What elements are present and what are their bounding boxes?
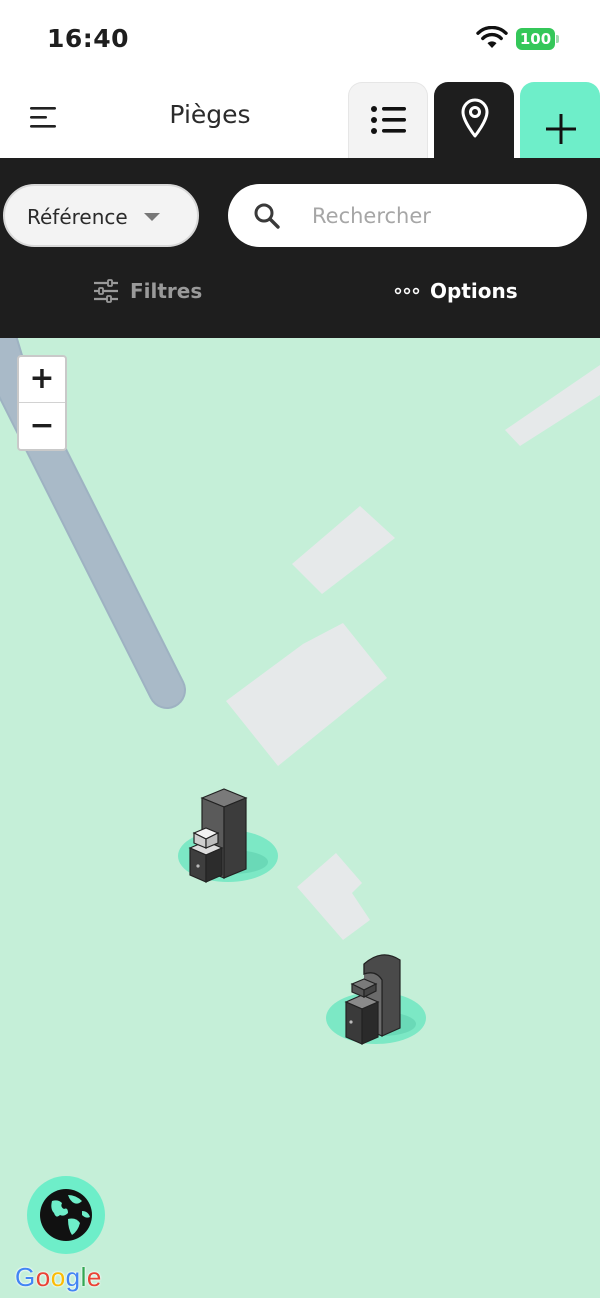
sliders-icon bbox=[94, 279, 118, 303]
map-building bbox=[292, 506, 395, 594]
list-icon bbox=[371, 106, 406, 134]
trap-marker[interactable] bbox=[176, 786, 280, 890]
status-bar: 16:40 100 bbox=[0, 0, 600, 78]
app-header: Pièges bbox=[0, 78, 600, 158]
wifi-icon bbox=[476, 26, 508, 48]
globe-icon bbox=[40, 1189, 92, 1241]
google-attribution: Google bbox=[15, 1262, 102, 1292]
reference-select[interactable]: Référence bbox=[3, 184, 199, 247]
map-building bbox=[226, 623, 387, 766]
search-input[interactable] bbox=[312, 196, 572, 236]
search-icon bbox=[254, 203, 280, 229]
zoom-in-button[interactable]: + bbox=[19, 357, 65, 403]
search-box[interactable] bbox=[228, 184, 587, 247]
tab-add-trap[interactable] bbox=[520, 82, 600, 158]
map-view[interactable]: + − Google bbox=[0, 338, 600, 1298]
map-pin-icon bbox=[461, 98, 489, 138]
map-building bbox=[297, 853, 370, 940]
zoom-control: + − bbox=[17, 355, 67, 451]
map-features bbox=[0, 338, 600, 940]
more-dots-icon bbox=[394, 287, 420, 295]
status-time: 16:40 bbox=[47, 24, 130, 53]
page-title: Pièges bbox=[169, 100, 251, 129]
tab-list-view[interactable] bbox=[348, 82, 428, 158]
plus-icon bbox=[546, 114, 576, 144]
options-button[interactable]: Options bbox=[394, 278, 518, 304]
map-building bbox=[505, 365, 600, 446]
battery-indicator: 100 bbox=[516, 28, 560, 52]
filters-button[interactable]: Filtres bbox=[92, 278, 202, 304]
map-layer-toggle-button[interactable] bbox=[27, 1176, 105, 1254]
reference-select-value: Référence bbox=[27, 205, 128, 229]
options-label: Options bbox=[430, 279, 518, 303]
hamburger-menu-icon[interactable] bbox=[27, 104, 59, 130]
zoom-out-button[interactable]: − bbox=[19, 404, 65, 450]
filter-toolbar: Référence Filtres Options bbox=[0, 158, 600, 338]
trap-marker[interactable] bbox=[324, 950, 428, 1054]
tab-map-view[interactable] bbox=[434, 82, 514, 158]
filters-label: Filtres bbox=[130, 279, 203, 303]
caret-down-icon bbox=[144, 213, 160, 221]
battery-level: 100 bbox=[519, 30, 552, 48]
